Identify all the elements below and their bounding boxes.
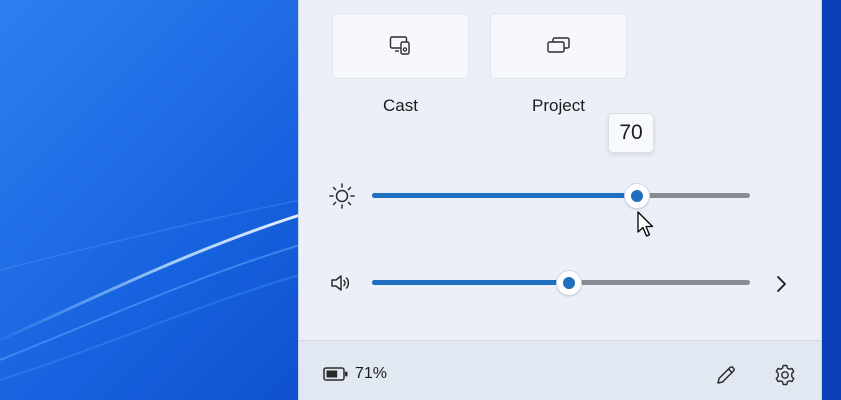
battery-percent: 71% — [355, 365, 388, 382]
battery-status[interactable]: 71% — [323, 365, 387, 383]
quick-settings-panel: Cast Project 70 71% — [298, 0, 822, 400]
cast-icon — [389, 36, 410, 55]
cast-label: Cast — [383, 96, 418, 115]
project-label: Project — [532, 96, 585, 115]
battery-icon — [323, 367, 348, 381]
volume-fill — [372, 280, 569, 285]
settings-button[interactable] — [771, 361, 799, 389]
project-icon — [546, 37, 570, 53]
brightness-slider[interactable] — [372, 184, 750, 208]
cast-button[interactable] — [332, 13, 469, 79]
gear-icon — [775, 364, 795, 386]
brightness-thumb[interactable] — [625, 184, 649, 208]
volume-output-button[interactable] — [767, 271, 795, 297]
mouse-cursor-icon — [637, 211, 654, 237]
project-button[interactable] — [490, 13, 627, 79]
volume-slider[interactable] — [372, 271, 750, 295]
chevron-right-icon — [777, 276, 786, 292]
edit-quick-settings-button[interactable] — [712, 361, 740, 389]
brightness-icon — [328, 182, 356, 210]
pencil-icon — [717, 366, 735, 384]
volume-thumb[interactable] — [557, 271, 581, 295]
brightness-value-tooltip: 70 — [608, 113, 654, 153]
quick-settings-footer: 71% — [299, 340, 821, 400]
speaker-icon[interactable] — [328, 270, 354, 296]
brightness-fill — [372, 193, 637, 198]
